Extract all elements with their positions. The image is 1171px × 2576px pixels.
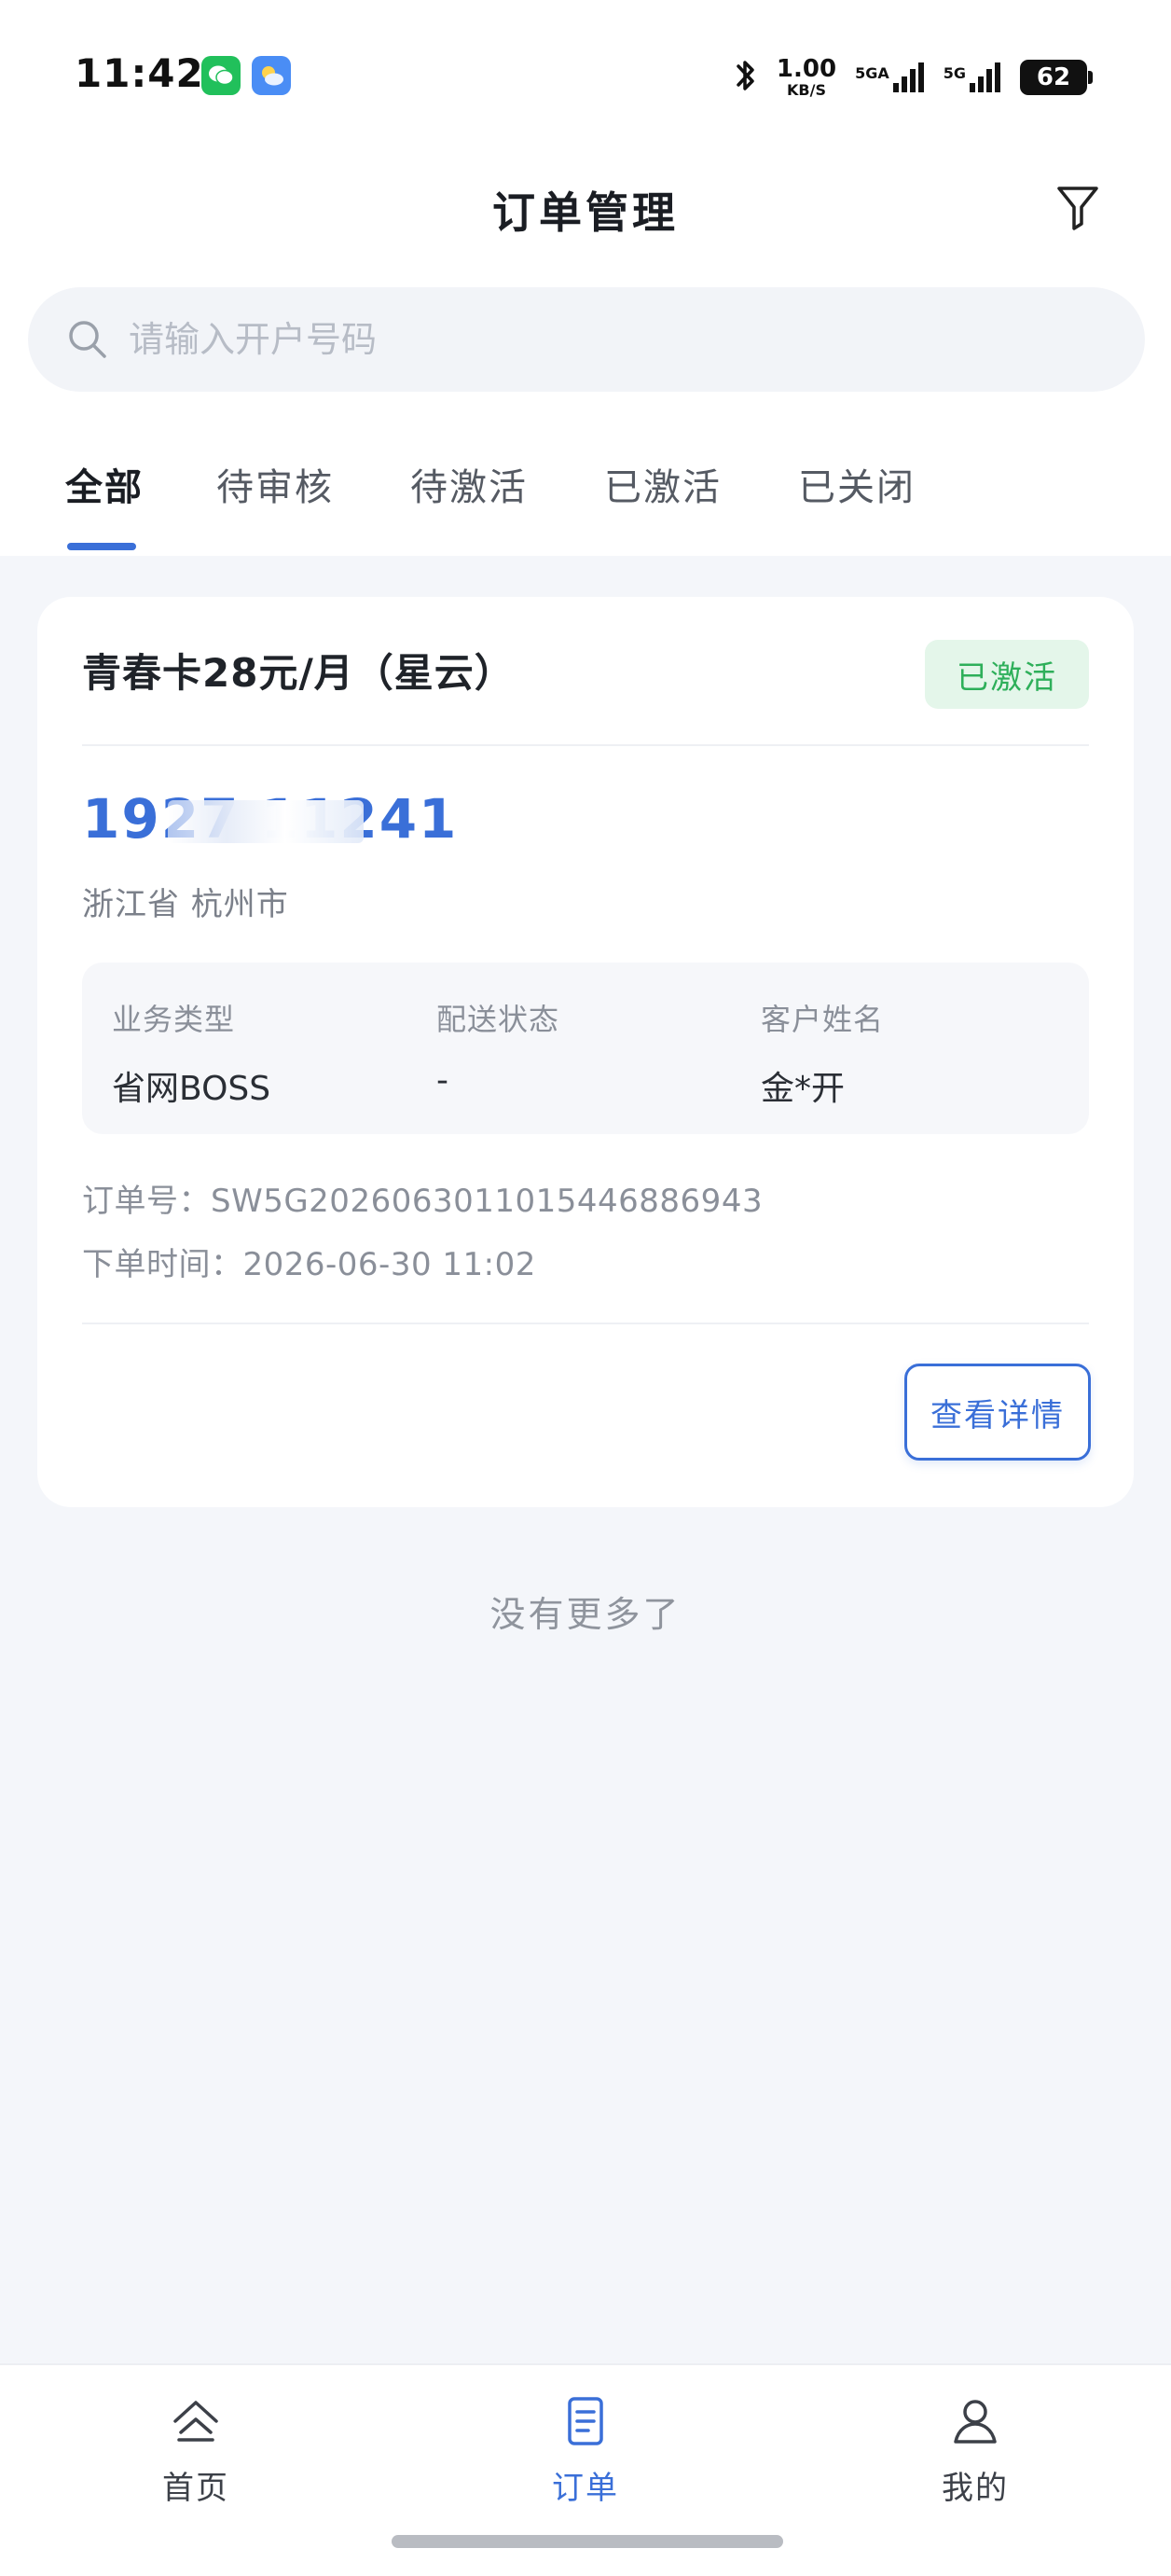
order-icon xyxy=(556,2391,615,2451)
battery-level: 62 xyxy=(1036,63,1071,91)
nav-orders[interactable]: 订单 xyxy=(492,2391,679,2508)
view-details-button[interactable]: 查看详情 xyxy=(904,1364,1091,1461)
signal-label: 5GA xyxy=(855,64,889,82)
nav-home[interactable]: 首页 xyxy=(103,2391,289,2508)
status-icons: 1.00 KB/S 5GA 5G 62 xyxy=(734,54,1093,101)
card-divider xyxy=(82,1323,1089,1324)
signal-label: 5G xyxy=(943,64,966,82)
info-value: 省网BOSS xyxy=(112,1070,271,1108)
order-card[interactable]: 青春卡28元/月（星云） 已激活 1927 11241 浙江省 杭州市 业务类型… xyxy=(37,597,1134,1507)
nav-profile[interactable]: 我的 xyxy=(882,2391,1068,2508)
info-customer-name: 客户姓名 金*开 xyxy=(761,996,884,1110)
wechat-icon xyxy=(201,56,241,95)
phone-redaction xyxy=(168,800,364,843)
region: 浙江省 杭州市 xyxy=(82,886,289,923)
filter-button[interactable] xyxy=(1048,177,1108,237)
home-indicator[interactable] xyxy=(392,2535,783,2548)
info-delivery-status: 配送状态 - xyxy=(436,996,559,1100)
tab-closed[interactable]: 已关闭 xyxy=(798,457,916,511)
net-speed-unit: KB/S xyxy=(787,81,826,99)
search-icon xyxy=(65,317,110,362)
tab-activated[interactable]: 已激活 xyxy=(604,457,722,511)
info-label: 客户姓名 xyxy=(761,1002,885,1037)
card-divider xyxy=(82,744,1089,746)
status-time: 11:42 xyxy=(75,50,204,96)
tab-all[interactable]: 全部 xyxy=(65,457,144,511)
info-value: - xyxy=(436,1061,448,1100)
net-speed-value: 1.00 xyxy=(776,55,837,83)
battery-icon: 62 xyxy=(1020,60,1093,95)
nav-label: 订单 xyxy=(552,2470,619,2507)
info-label: 配送状态 xyxy=(436,1002,560,1037)
search-input[interactable] xyxy=(127,318,1063,361)
net-speed: 1.00 KB/S xyxy=(777,57,836,98)
list-end-text: 没有更多了 xyxy=(489,1594,682,1635)
weather-icon xyxy=(252,56,291,95)
status-bar: 11:42 1.00 KB/S 5GA 5G 62 xyxy=(0,0,1171,149)
info-grid: 业务类型 省网BOSS 配送状态 - 客户姓名 金*开 xyxy=(82,963,1089,1134)
signal-icon: 5G xyxy=(944,61,1001,94)
info-business-type: 业务类型 省网BOSS xyxy=(112,996,270,1110)
search-box[interactable] xyxy=(28,287,1145,392)
order-time: 下单时间：2026-06-30 11:02 xyxy=(82,1246,536,1283)
tab-pending-review[interactable]: 待审核 xyxy=(216,457,334,511)
header: 订单管理 xyxy=(0,159,1171,261)
info-label: 业务类型 xyxy=(112,1002,236,1037)
bluetooth-icon xyxy=(734,57,758,98)
info-value: 金*开 xyxy=(761,1070,846,1108)
tab-indicator xyxy=(67,543,136,550)
nav-label: 首页 xyxy=(162,2470,229,2507)
status-badge: 已激活 xyxy=(925,640,1089,709)
order-number: 订单号：SW5G20260630110154468869​43 xyxy=(82,1183,764,1220)
page-title: 订单管理 xyxy=(492,187,679,238)
filter-icon xyxy=(1057,187,1098,230)
plan-title: 青春卡28元/月（星云） xyxy=(82,650,515,696)
signal-icon: 5GA xyxy=(855,61,925,94)
home-icon xyxy=(166,2391,226,2451)
tab-pending-activation[interactable]: 待激活 xyxy=(410,457,528,511)
tab-bar: 全部 待审核 待激活 已激活 已关闭 xyxy=(0,438,1171,556)
user-icon xyxy=(945,2391,1005,2451)
nav-label: 我的 xyxy=(942,2470,1009,2507)
